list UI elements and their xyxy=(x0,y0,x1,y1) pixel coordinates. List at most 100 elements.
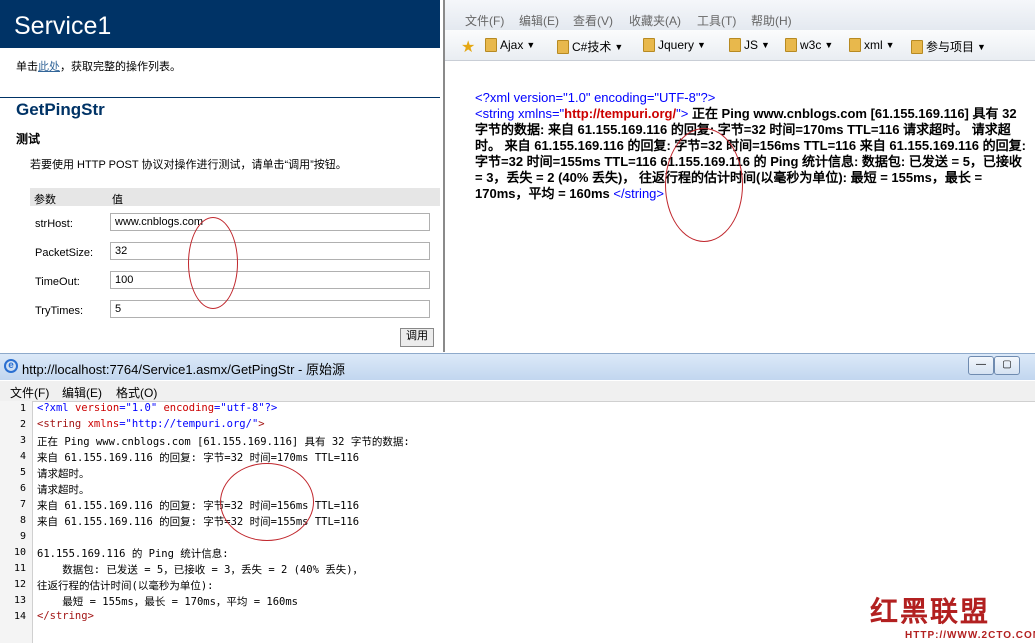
chevron-down-icon: ▼ xyxy=(885,40,895,50)
operation-title: GetPingStr xyxy=(16,100,105,119)
maximize-button[interactable]: ▢ xyxy=(994,356,1020,375)
browser-menubar: 文件(F) 编辑(E) 查看(V) 收藏夹(A) 工具(T) 帮助(H) xyxy=(445,0,1035,30)
source-line: 来自 61.155.169.116 的回复: 字节=32 时间=170ms TT… xyxy=(37,452,360,464)
chevron-down-icon: ▼ xyxy=(614,41,624,52)
watermark-url: HTTP://WWW.2CTO.COM xyxy=(905,630,1035,641)
token: "1.0" xyxy=(125,402,158,414)
favorite-label: xml xyxy=(864,38,883,52)
source-line: <string xmlns="http://tempuri.org/"> xyxy=(37,418,265,430)
annotation-circle xyxy=(220,463,314,541)
param-label-trytimes: TryTimes: xyxy=(35,305,84,317)
source-line: 61.155.169.116 的 Ping 统计信息: xyxy=(37,548,229,560)
folder-icon xyxy=(729,38,741,52)
line-number: 7 xyxy=(19,499,26,510)
menu-view[interactable]: 查看(V) xyxy=(573,12,613,29)
line-number: 9 xyxy=(19,531,26,542)
line-number: 14 xyxy=(13,611,26,622)
divider xyxy=(0,97,440,98)
chevron-down-icon: ▼ xyxy=(824,40,834,50)
packetsize-input[interactable]: 32 xyxy=(110,242,430,260)
watermark-logo: 红黑联盟 xyxy=(870,595,991,628)
source-line: </string> xyxy=(37,610,94,622)
source-line: 往返行程的估计时间(以毫秒为单位): xyxy=(37,580,214,592)
token: encoding xyxy=(157,402,215,414)
source-line: 最短 = 155ms，最长 = 170ms，平均 = 160ms xyxy=(37,596,299,608)
window-title: http://localhost:7764/Service1.asmx/GetP… xyxy=(22,362,345,377)
token: ?> xyxy=(264,402,278,414)
token: "utf-8" xyxy=(220,402,265,414)
menu-format[interactable]: 格式(O) xyxy=(116,384,157,401)
parameter-table-header: 参数 值 xyxy=(30,188,440,206)
favorite-label: w3c xyxy=(800,38,822,52)
strhost-input[interactable]: www.cnblogs.com xyxy=(110,213,430,231)
line-number: 10 xyxy=(13,547,26,558)
menu-favorites[interactable]: 收藏夹(A) xyxy=(629,12,681,29)
browser-window: 文件(F) 编辑(E) 查看(V) 收藏夹(A) 工具(T) 帮助(H) ★ A… xyxy=(443,0,1035,352)
source-titlebar: e http://localhost:7764/Service1.asmx/Ge… xyxy=(0,353,1035,380)
operation-list-link[interactable]: 此处 xyxy=(38,61,60,73)
favorite-jquery[interactable]: Jquery ▼ xyxy=(643,38,706,52)
menu-edit[interactable]: 编辑(E) xyxy=(62,384,102,401)
favorite-js[interactable]: JS ▼ xyxy=(729,38,770,52)
test-heading: 测试 xyxy=(16,132,41,146)
param-label-strhost: strHost: xyxy=(35,218,73,230)
favorite-csharp[interactable]: C#技术 ▼ xyxy=(557,38,623,55)
folder-icon xyxy=(485,38,497,52)
token: "http://tempuri.org/" xyxy=(125,418,259,430)
line-number: 6 xyxy=(19,483,26,494)
annotation-circle xyxy=(188,217,238,309)
xml-open-tag-end: "> xyxy=(676,106,689,121)
line-number: 13 xyxy=(13,595,26,606)
line-number: 12 xyxy=(13,579,26,590)
source-line: <?xml version="1.0" encoding="utf-8"?> xyxy=(37,402,277,414)
source-line: 数据包: 已发送 = 5，已接收 = 3，丢失 = 2 (40% 丢失)， xyxy=(37,564,364,576)
menu-file[interactable]: 文件(F) xyxy=(465,12,504,29)
favorite-w3c[interactable]: w3c ▼ xyxy=(785,38,833,52)
source-line: 请求超时。 xyxy=(37,468,90,480)
folder-icon xyxy=(911,39,923,54)
token: <?xml xyxy=(37,402,75,414)
invoke-button[interactable]: 调用 xyxy=(400,328,434,347)
chevron-down-icon: ▼ xyxy=(526,40,536,50)
chevron-down-icon: ▼ xyxy=(697,40,706,50)
favorite-label: Ajax xyxy=(500,38,524,52)
favorite-label: Jquery xyxy=(658,38,695,52)
line-number: 1 xyxy=(19,403,26,414)
trytimes-input[interactable]: 5 xyxy=(110,300,430,318)
timeout-input[interactable]: 100 xyxy=(110,271,430,289)
menu-edit[interactable]: 编辑(E) xyxy=(519,12,559,29)
folder-icon xyxy=(643,38,655,52)
favorite-ajax[interactable]: Ajax ▼ xyxy=(485,38,535,52)
minimize-button[interactable]: — xyxy=(968,356,994,375)
service-title: Service1 xyxy=(14,12,112,40)
xml-namespace: http://tempuri.org/ xyxy=(564,106,677,121)
xml-string-element: <string xmlns="http://tempuri.org/"> 正在 … xyxy=(475,106,1027,202)
line-number: 5 xyxy=(19,467,26,478)
favorites-star-icon[interactable]: ★ xyxy=(461,37,475,57)
param-label-packetsize: PacketSize: xyxy=(35,247,94,259)
source-menubar: 文件(F) 编辑(E) 格式(O) xyxy=(0,381,1035,402)
test-description: 若要使用 HTTP POST 协议对操作进行测试，请单击“调用”按钮。 xyxy=(30,159,347,171)
favorite-projects[interactable]: 参与项目 ▼ xyxy=(911,38,986,55)
favorite-xml[interactable]: xml ▼ xyxy=(849,38,895,52)
line-number: 8 xyxy=(19,515,26,526)
menu-tools[interactable]: 工具(T) xyxy=(697,12,736,29)
column-value: 值 xyxy=(112,194,123,206)
xml-declaration: <?xml version="1.0" encoding="UTF-8"?> xyxy=(475,90,716,105)
menu-file[interactable]: 文件(F) xyxy=(10,384,49,401)
source-line: 正在 Ping www.cnblogs.com [61.155.169.116]… xyxy=(37,436,410,448)
favorite-label: JS xyxy=(744,38,759,52)
token: version xyxy=(74,402,120,414)
line-number: 3 xyxy=(19,435,26,446)
ie-icon: e xyxy=(4,359,18,373)
line-number: 4 xyxy=(19,451,26,462)
service-page: Service1 单击此处，获取完整的操作列表。 GetPingStr 测试 若… xyxy=(0,0,440,352)
hint-suffix: ，获取完整的操作列表。 xyxy=(60,61,181,73)
token: xmlns xyxy=(87,418,120,430)
folder-icon xyxy=(849,38,861,52)
token: > xyxy=(258,418,265,430)
folder-icon xyxy=(785,38,797,52)
operation-list-hint: 单击此处，获取完整的操作列表。 xyxy=(16,58,181,74)
xml-document: <?xml version="1.0" encoding="UTF-8"?> <… xyxy=(475,90,1027,202)
menu-help[interactable]: 帮助(H) xyxy=(751,12,792,29)
